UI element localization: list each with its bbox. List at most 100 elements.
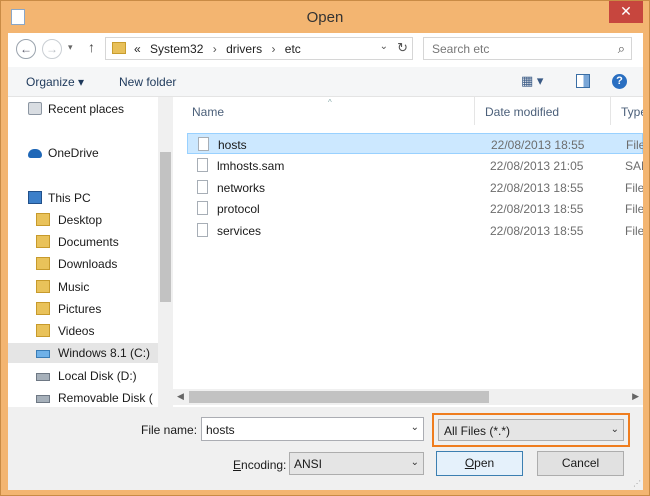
search-icon: ⌕ [617,41,625,56]
file-type: File [625,202,643,216]
file-type-filter-select[interactable]: All Files (*.*) ⌄ [438,419,624,441]
file-name: services [217,224,262,238]
breadcrumb-separator-icon[interactable]: › [213,42,217,56]
column-header-type[interactable]: Type [611,97,643,125]
file-date: 22/08/2013 21:05 [490,159,584,173]
address-bar[interactable]: « System32 › drivers › etc ⌄ ↻ [105,37,413,60]
refresh-icon[interactable]: ↻ [397,40,408,56]
organize-button[interactable]: Organize ▾ [26,75,84,89]
column-header-date-modified[interactable]: Date modified [475,97,611,125]
file-row-networks[interactable]: networks 22/08/2013 18:55 File [187,177,643,198]
nav-scrollbar[interactable] [158,97,173,407]
file-date: 22/08/2013 18:55 [490,224,584,238]
open-button[interactable]: Open [436,451,523,476]
nav-item-downloads[interactable]: Downloads [8,254,158,274]
back-button[interactable]: ← [16,39,36,59]
column-header-label: Date modified [485,105,560,119]
file-name-label: File name: [141,423,198,437]
encoding-value: ANSI [294,457,323,471]
folder-icon [36,302,50,315]
scroll-right-icon[interactable]: ▶ [632,391,639,402]
help-icon[interactable]: ? [612,74,627,89]
nav-item-recent-places[interactable]: Recent places [8,99,158,119]
encoding-accelerator: E [233,458,242,472]
this-pc-icon [28,191,42,204]
nav-item-pictures[interactable]: Pictures [8,299,158,319]
file-icon [197,223,208,237]
navigation-pane: Recent places OneDrive This PC Desktop D… [8,97,173,407]
file-row-services[interactable]: services 22/08/2013 18:55 File [187,220,643,241]
file-icon [197,158,208,172]
column-header-name[interactable]: ^ Name [173,97,475,125]
nav-item-removable-disk[interactable]: Removable Disk ( [8,388,158,407]
nav-item-desktop[interactable]: Desktop [8,210,158,230]
file-list: ^ Name Date modified Type hosts 22/08/20… [173,97,643,405]
change-view-icon[interactable]: ▦ ▾ [521,73,543,89]
chevron-down-icon[interactable]: ⌄ [411,422,419,433]
column-header-label: Name [192,105,225,119]
dialog-footer: File name: hosts ⌄ All Files (*.*) ⌄ Enc… [8,407,643,490]
chevron-down-icon[interactable]: ⌄ [411,457,419,468]
file-name: networks [217,181,266,195]
forward-button[interactable]: → [42,39,62,59]
breadcrumb-drivers[interactable]: drivers [226,42,262,56]
nav-item-label: OneDrive [48,146,99,160]
nav-item-windows-drive[interactable]: Windows 8.1 (C:) [8,343,158,363]
file-type-filter-value: All Files (*.*) [444,424,511,438]
nav-item-local-disk-d[interactable]: Local Disk (D:) [8,366,158,386]
recent-locations-chevron-down-icon[interactable]: ▾ [68,42,73,53]
file-date: 22/08/2013 18:55 [490,181,584,195]
resize-grip-icon[interactable]: ⋰ [633,479,641,488]
breadcrumb-overflow[interactable]: « [134,42,141,56]
horizontal-scrollbar-thumb[interactable] [189,391,489,403]
file-type: File [625,181,643,195]
up-arrow-icon: ↑ [88,39,95,55]
folder-icon [36,280,50,293]
nav-item-label: Windows 8.1 (C:) [58,346,151,360]
column-header-label: Type [621,105,643,119]
new-folder-button[interactable]: New folder [119,75,176,89]
file-type: SAM [625,159,643,173]
nav-item-onedrive[interactable]: OneDrive [8,143,158,163]
address-dropdown-chevron-down-icon[interactable]: ⌄ [380,41,388,52]
search-placeholder: Search etc [432,42,490,56]
scroll-left-icon[interactable]: ◀ [177,391,184,402]
file-name: hosts [218,138,247,152]
up-button[interactable]: ↑ [88,39,95,55]
breadcrumb-system32[interactable]: System32 [150,42,203,56]
chevron-down-icon[interactable]: ⌄ [611,424,619,435]
encoding-label: Encoding: [233,458,286,472]
file-name: lmhosts.sam [217,159,285,173]
file-icon [198,137,209,151]
file-name: protocol [217,202,260,216]
file-name-input[interactable]: hosts ⌄ [201,417,424,441]
nav-item-documents[interactable]: Documents [8,232,158,252]
sort-ascending-icon: ^ [328,98,332,107]
nav-scrollbar-thumb[interactable] [160,152,171,302]
breadcrumb-etc[interactable]: etc [285,42,301,56]
nav-item-this-pc[interactable]: This PC [8,188,158,208]
address-row: ← → ▾ ↑ « System32 › drivers › etc ⌄ ↻ S… [8,33,643,63]
nav-item-label: Local Disk (D:) [58,369,137,383]
file-row-protocol[interactable]: protocol 22/08/2013 18:55 File [187,198,643,219]
search-input[interactable]: Search etc ⌕ [423,37,632,60]
file-icon [197,180,208,194]
title-bar[interactable]: Open ✕ [1,1,649,33]
cancel-button[interactable]: Cancel [537,451,624,476]
close-button[interactable]: ✕ [609,1,643,23]
open-dialog: Open ✕ ← → ▾ ↑ « System32 › drivers › et… [0,0,650,496]
window-title: Open [306,9,344,26]
file-row-lmhosts[interactable]: lmhosts.sam 22/08/2013 21:05 SAM [187,155,643,176]
file-row-hosts[interactable]: hosts 22/08/2013 18:55 File [187,133,643,154]
nav-item-label: This PC [48,191,91,205]
nav-item-music[interactable]: Music [8,277,158,297]
nav-item-label: Downloads [58,257,118,271]
file-name-value: hosts [206,423,235,437]
encoding-select[interactable]: ANSI ⌄ [289,452,424,475]
preview-pane-icon[interactable] [576,74,590,88]
horizontal-scrollbar[interactable]: ◀ ▶ [173,389,643,405]
nav-item-videos[interactable]: Videos [8,321,158,341]
breadcrumb-separator-icon[interactable]: › [271,42,275,56]
nav-item-label: Videos [58,324,95,338]
recent-places-icon [28,102,42,115]
